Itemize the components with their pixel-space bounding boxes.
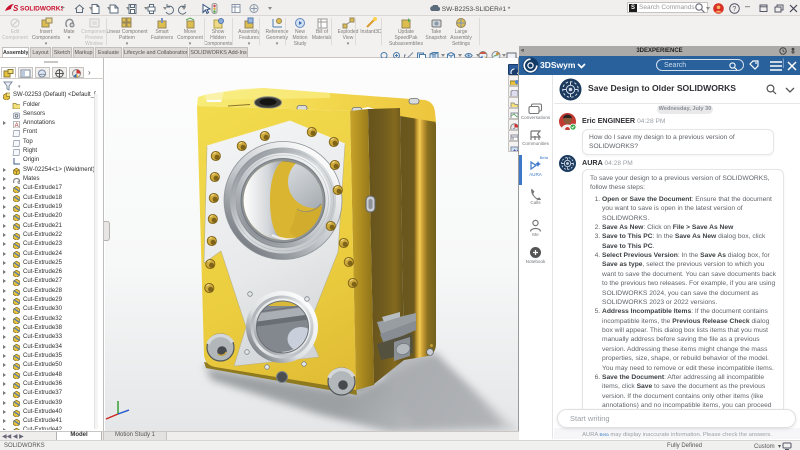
- svg-text:S: S: [13, 4, 19, 13]
- svg-text:A: A: [15, 123, 19, 128]
- svg-text:SOLIDWORKS: SOLIDWORKS: [20, 6, 63, 13]
- svg-text:?: ?: [732, 6, 736, 13]
